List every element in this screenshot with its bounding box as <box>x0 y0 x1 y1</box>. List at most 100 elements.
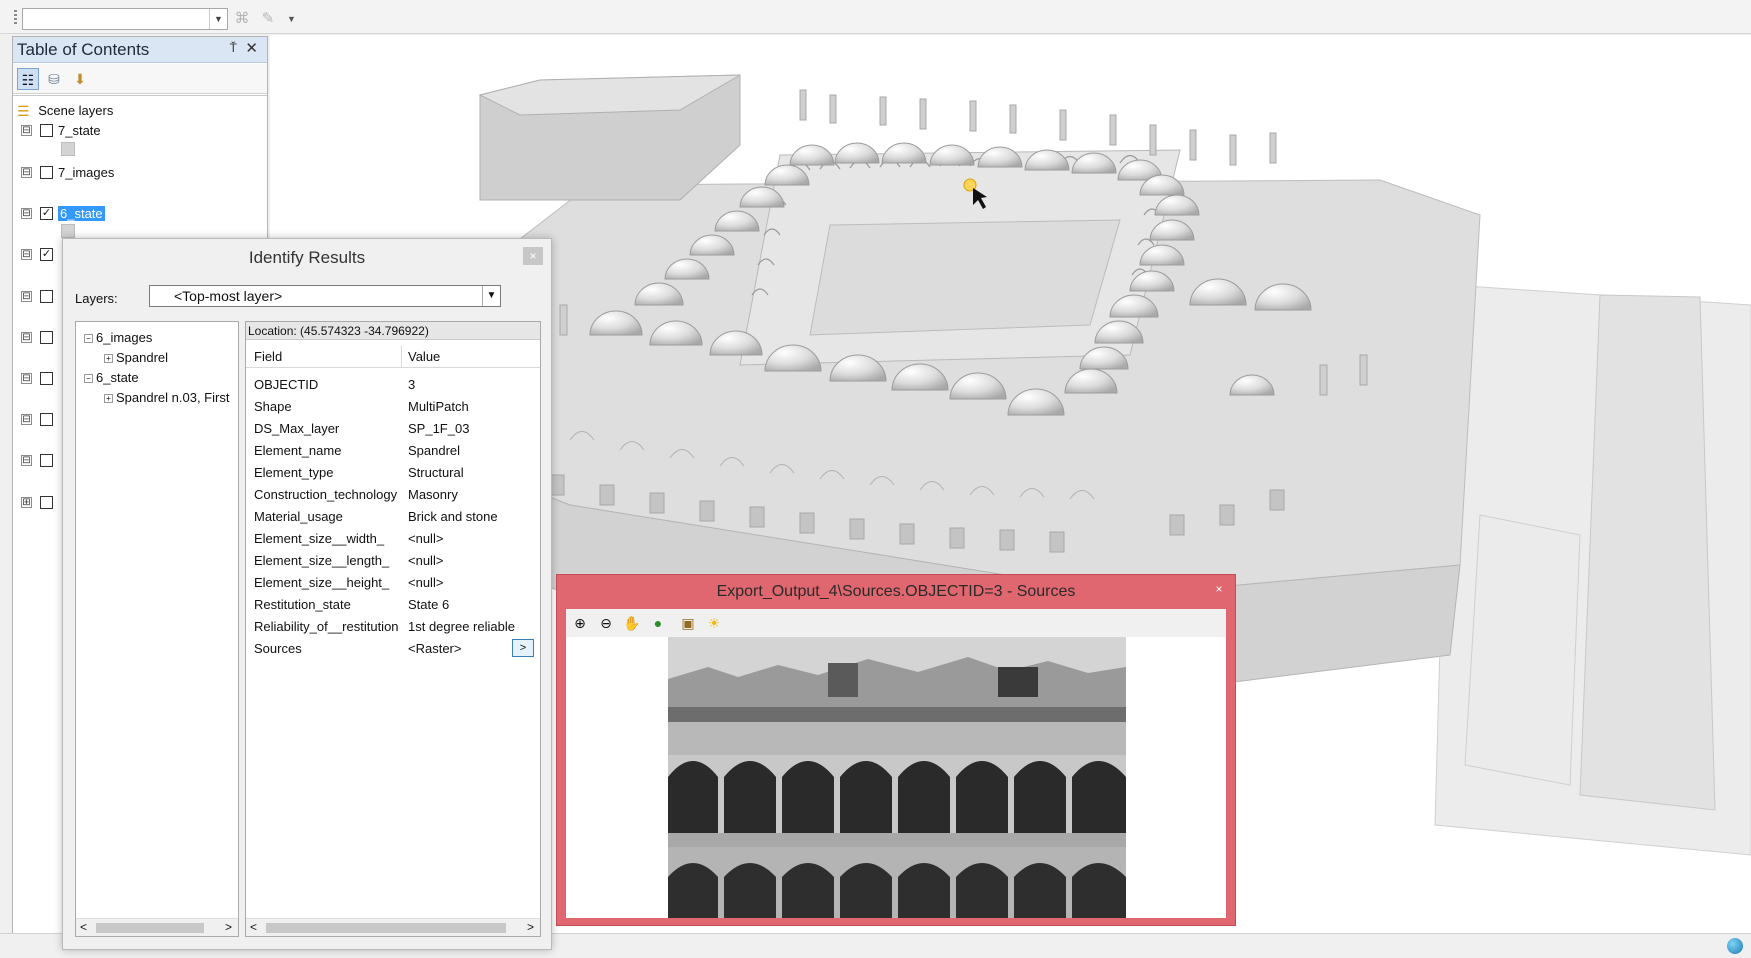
export-icon[interactable]: ▣ <box>678 613 698 633</box>
expand-icon[interactable]: + <box>104 354 113 364</box>
image-canvas[interactable] <box>566 637 1226 918</box>
collapse-icon[interactable]: ⊟ <box>21 167 32 179</box>
toc-layer-7-images[interactable]: ⊟ 7_images <box>21 162 114 182</box>
attribute-row[interactable]: Restitution_state State 6 <box>246 594 540 616</box>
collapse-icon[interactable]: ⊟ <box>21 208 32 220</box>
toc-layer-row[interactable]: ⊟ <box>21 450 53 470</box>
attribute-row[interactable]: Element_size__width_ <null> <box>246 528 540 550</box>
edit-tool-icon[interactable]: ✎ <box>258 9 278 29</box>
close-icon[interactable]: × <box>523 247 543 265</box>
zoom-in-icon[interactable]: ⊕ <box>570 613 590 633</box>
attribute-field: Construction_technology <box>254 487 398 502</box>
layer-checkbox[interactable] <box>40 372 53 386</box>
scrollbar-thumb[interactable] <box>96 923 204 933</box>
collapse-icon[interactable]: ⊟ <box>21 332 32 344</box>
layer-checkbox[interactable] <box>40 496 53 510</box>
scroll-right-arrow[interactable]: > <box>527 920 534 934</box>
list-by-visibility-icon[interactable]: ⬇ <box>69 68 91 90</box>
toc-layer-row[interactable]: ⊟ <box>21 409 53 429</box>
attribute-value: Brick and stone <box>408 509 498 524</box>
layers-dropdown[interactable]: <Top-most layer> ▼ <box>149 285 501 307</box>
attribute-row[interactable]: Element_type Structural <box>246 462 540 484</box>
layer-symbol-swatch <box>61 142 75 156</box>
layer-checkbox[interactable] <box>40 331 53 345</box>
image-viewer-toolbar: ⊕ ⊖ ✋ ● ▣ ☀ <box>566 609 1226 637</box>
field-column-header[interactable]: Field <box>254 349 282 364</box>
tree-node[interactable]: + Spandrel <box>104 350 168 366</box>
identify-title-bar[interactable]: Identify Results × <box>63 239 551 273</box>
layer-checkbox[interactable] <box>40 290 53 304</box>
attribute-row[interactable]: DS_Max_layer SP_1F_03 <box>246 418 540 440</box>
historical-photo <box>668 637 1126 918</box>
tree-horizontal-scrollbar[interactable]: < > <box>76 918 238 936</box>
toolbar-grip[interactable] <box>14 10 17 26</box>
scroll-left-arrow[interactable]: < <box>250 920 257 934</box>
close-icon[interactable]: × <box>1211 581 1227 597</box>
toc-layer-row[interactable]: ⊞ <box>21 492 53 512</box>
pin-icon[interactable]: Ť <box>230 41 237 55</box>
layer-checkbox[interactable]: ✓ <box>40 207 53 221</box>
layer-symbol-swatch <box>61 224 75 238</box>
tree-node[interactable]: −6_state <box>84 370 139 386</box>
layer-checkbox[interactable] <box>40 124 53 138</box>
collapse-icon[interactable]: ⊟ <box>21 249 32 261</box>
overflow-chevron-icon[interactable]: ▼ <box>287 14 296 24</box>
chevron-down-icon[interactable]: ▼ <box>209 9 227 29</box>
attribute-row[interactable]: Sources <Raster> > <box>246 638 540 660</box>
expand-icon[interactable]: + <box>104 394 113 404</box>
tree-node-selected[interactable]: + Spandrel n.03, First <box>104 390 229 406</box>
layer-checkbox[interactable]: ✓ <box>40 248 53 262</box>
collapse-icon[interactable]: ⊟ <box>21 414 32 426</box>
collapse-icon[interactable]: − <box>84 374 93 384</box>
scroll-left-arrow[interactable]: < <box>80 920 87 934</box>
globe-icon[interactable] <box>1727 938 1743 954</box>
collapse-icon[interactable]: ⊟ <box>21 455 32 467</box>
zoom-out-icon[interactable]: ⊖ <box>596 613 616 633</box>
location-readout: Location: (45.574323 -34.796922) <box>246 322 540 340</box>
georeferencing-icon[interactable]: ⌘ <box>232 9 252 29</box>
full-extent-globe-icon[interactable]: ● <box>648 613 668 633</box>
toc-layer-row[interactable]: ⊟ <box>21 327 53 347</box>
attribute-row[interactable]: Element_name Spandrel <box>246 440 540 462</box>
attribute-row[interactable]: Reliability_of__restitution 1st degree re… <box>246 616 540 638</box>
attribute-row[interactable]: Shape MultiPatch <box>246 396 540 418</box>
identify-tree: −6_images + Spandrel −6_state + Spandrel n… <box>75 321 239 937</box>
open-raster-button[interactable]: > <box>512 639 534 657</box>
toc-layer-row[interactable]: ⊟ <box>21 286 53 306</box>
collapse-icon[interactable]: ⊟ <box>21 125 32 137</box>
list-by-drawing-order-icon[interactable]: ☷ <box>17 68 39 90</box>
attribute-row[interactable]: Element_size__length_ <null> <box>246 550 540 572</box>
sources-image-window: Export_Output_4\Sources.OBJECTID=3 - Sou… <box>556 574 1236 926</box>
attribute-row[interactable]: Element_size__height_ <null> <box>246 572 540 594</box>
table-horizontal-scrollbar[interactable]: < > <box>246 918 540 936</box>
chevron-down-icon[interactable]: ▼ <box>482 286 500 306</box>
toc-layer-7-state[interactable]: ⊟ 7_state <box>21 120 101 140</box>
toc-layer-row[interactable]: ⊟ <box>21 368 53 388</box>
toc-layer-row[interactable]: ⊟ ✓ <box>21 244 53 264</box>
sources-title-bar[interactable]: Export_Output_4\Sources.OBJECTID=3 - Sou… <box>557 575 1235 605</box>
column-divider[interactable] <box>401 346 402 368</box>
collapse-icon[interactable]: ⊟ <box>21 291 32 303</box>
scroll-right-arrow[interactable]: > <box>225 920 232 934</box>
attribute-row[interactable]: Construction_technology Masonry <box>246 484 540 506</box>
layer-checkbox[interactable] <box>40 413 53 427</box>
attribute-field: Element_size__length_ <box>254 553 390 568</box>
pan-hand-icon[interactable]: ✋ <box>622 613 642 633</box>
scrollbar-thumb[interactable] <box>266 923 506 933</box>
layer-checkbox[interactable] <box>40 454 53 468</box>
attribute-field: Material_usage <box>254 509 343 524</box>
toc-layer-6-state[interactable]: ⊟ ✓ 6_state <box>21 203 105 223</box>
expand-icon[interactable]: ⊞ <box>21 497 32 509</box>
list-by-source-icon[interactable]: ⛁ <box>43 68 65 90</box>
close-icon[interactable]: ✕ <box>245 39 258 57</box>
collapse-icon[interactable]: ⊟ <box>21 373 32 385</box>
attribute-row[interactable]: OBJECTID 3 <box>246 374 540 396</box>
attribute-row[interactable]: Material_usage Brick and stone <box>246 506 540 528</box>
toc-root-scene-layers[interactable]: ☰ Scene layers <box>13 100 113 120</box>
layer-checkbox[interactable] <box>40 166 53 180</box>
value-column-header[interactable]: Value <box>408 349 440 364</box>
collapse-icon[interactable]: − <box>84 334 93 344</box>
toolbar-combo[interactable]: ▼ <box>22 8 228 30</box>
tree-node[interactable]: −6_images <box>84 330 152 346</box>
sun-icon[interactable]: ☀ <box>704 613 724 633</box>
